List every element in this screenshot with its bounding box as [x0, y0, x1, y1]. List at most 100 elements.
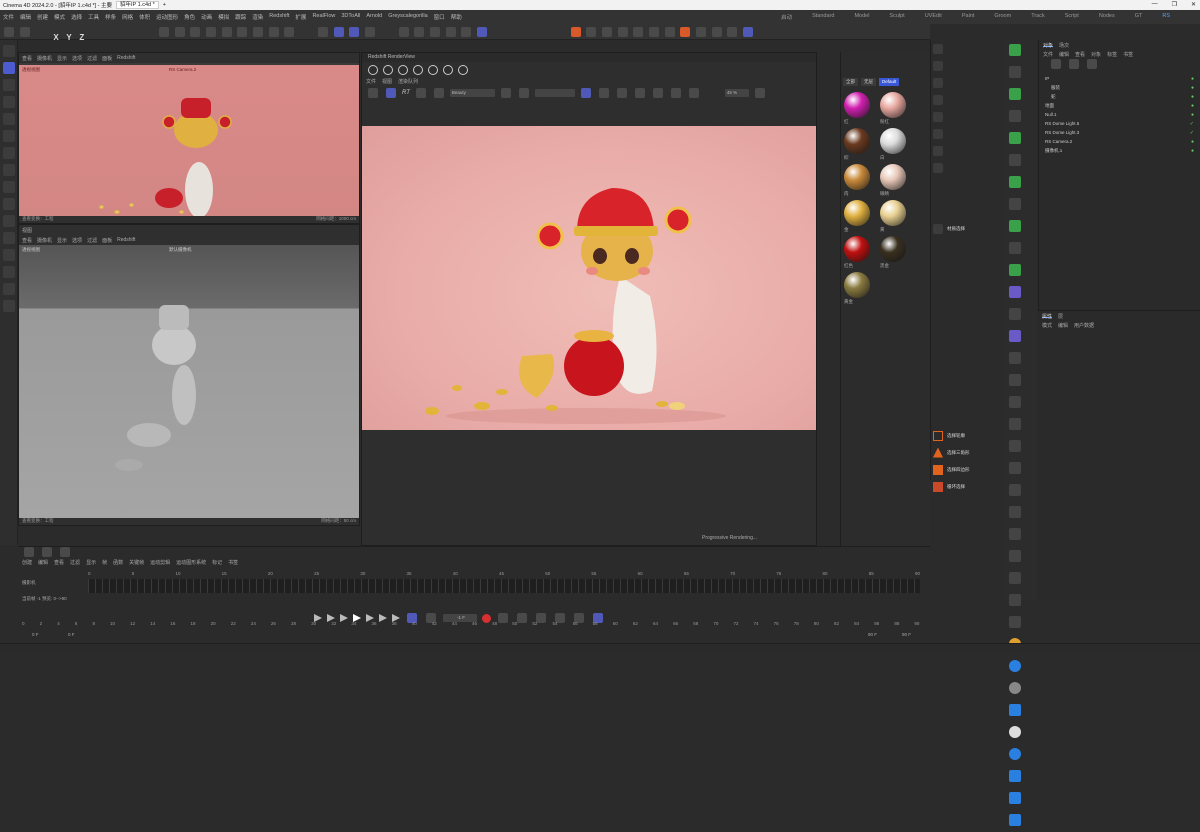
material-tab-all[interactable]: 全部	[843, 78, 858, 86]
filter-icon[interactable]	[1051, 59, 1061, 69]
material-item[interactable]: 棕	[844, 128, 874, 161]
sphere-icon[interactable]	[1009, 506, 1021, 518]
layout-rs[interactable]: RS	[1162, 13, 1170, 21]
om-menu-tags[interactable]: 标签	[1107, 51, 1117, 58]
snap-icon[interactable]	[284, 27, 295, 37]
om-menu-object[interactable]: 对象	[1091, 51, 1101, 58]
points-mode-icon[interactable]	[174, 27, 185, 37]
render-view-icon[interactable]	[602, 27, 613, 37]
object-row[interactable]: 摄像机.1 ●	[1045, 146, 1194, 155]
lamp-icon[interactable]	[1009, 418, 1021, 430]
weld-icon[interactable]	[3, 266, 15, 278]
smooth-icon[interactable]	[3, 283, 15, 295]
cone-icon[interactable]	[570, 27, 581, 37]
om-menu-bookmarks[interactable]: 书签	[1123, 51, 1133, 58]
soft-selection-icon[interactable]	[430, 27, 441, 37]
minimize-button[interactable]: —	[1152, 1, 1158, 8]
tweak-icon[interactable]	[414, 27, 425, 37]
vp2-menu-options[interactable]: 选项	[72, 237, 82, 244]
viewport-default[interactable]: 视图 查看 摄像机 显示 选项 过滤 面板 Redshift 透视视图 默认摄像…	[18, 224, 360, 526]
motion-icon[interactable]	[42, 547, 52, 557]
compare-icon[interactable]	[598, 88, 609, 98]
menu-character[interactable]: 角色	[184, 13, 195, 21]
vp2-menu-panel[interactable]: 面板	[102, 237, 112, 244]
material-item[interactable]: 黄	[880, 200, 910, 233]
vp-menu-options[interactable]: 选项	[72, 55, 82, 62]
menu-select[interactable]: 选择	[71, 13, 82, 21]
material-item[interactable]: 眼睛	[880, 164, 910, 197]
rotate-icon[interactable]	[3, 96, 15, 108]
target-icon[interactable]	[1009, 462, 1021, 474]
sculpt-icon[interactable]	[3, 300, 15, 312]
camera-tag-icon[interactable]: ●	[1191, 139, 1194, 145]
timeline-track[interactable]	[88, 579, 920, 593]
mirror-icon[interactable]	[1009, 374, 1021, 386]
tab-attributes[interactable]: 属性	[1042, 313, 1053, 320]
crop-icon[interactable]	[1009, 440, 1021, 452]
check-icon[interactable]: ✓	[1190, 130, 1194, 136]
layout-model[interactable]: Model	[854, 13, 869, 21]
render-ipr-icon[interactable]	[443, 65, 453, 75]
material-item[interactable]: 金	[844, 200, 874, 233]
snowflake-icon[interactable]	[616, 88, 627, 98]
checker-icon[interactable]	[1009, 594, 1021, 606]
uv-mode-icon[interactable]	[221, 27, 232, 37]
vp-menu-camera[interactable]: 摄像机	[37, 55, 52, 62]
scale-icon[interactable]	[3, 113, 15, 125]
noise-icon[interactable]	[1009, 572, 1021, 584]
visibility-dot[interactable]: ●	[1191, 85, 1194, 91]
history-icon[interactable]	[415, 88, 426, 98]
effector-icon[interactable]	[1009, 330, 1021, 342]
viewport-render[interactable]: 透视视图 RS Camera.2	[19, 65, 359, 218]
layout-groom[interactable]: Groom	[994, 13, 1011, 21]
search-icon[interactable]	[1069, 59, 1079, 69]
grid-view-icon[interactable]	[580, 88, 591, 98]
material-tab-default[interactable]: Default	[879, 78, 900, 86]
menu-tools[interactable]: 工具	[88, 13, 99, 21]
render-settings-icon[interactable]	[633, 27, 644, 37]
vp2-menu-camera[interactable]: 摄像机	[37, 237, 52, 244]
object-mode-icon[interactable]	[237, 27, 248, 37]
tl-menu-filter[interactable]: 过滤	[70, 559, 80, 566]
am-menu-userdata[interactable]: 用户数据	[1074, 322, 1094, 329]
visibility-dot[interactable]: ●	[1191, 103, 1194, 109]
loop-select-item[interactable]: 循环选择	[931, 478, 1005, 495]
menu-extensions[interactable]: 扩展	[295, 13, 306, 21]
render-snapshot-icon[interactable]	[413, 65, 423, 75]
vp2-menu-redshift[interactable]: Redshift	[117, 237, 135, 243]
menu-mograph[interactable]: 运动图形	[156, 13, 178, 21]
display-dropdown[interactable]	[534, 89, 575, 97]
object-row[interactable]: Null.1 ●	[1045, 110, 1194, 119]
shirt-icon[interactable]	[1009, 220, 1021, 232]
crop-icon[interactable]	[670, 88, 681, 98]
field-icon[interactable]	[1009, 484, 1021, 496]
render-region-icon[interactable]	[398, 65, 408, 75]
light-icon[interactable]	[664, 27, 675, 37]
arrow-icon[interactable]	[1009, 352, 1021, 364]
material-item[interactable]: 红	[844, 92, 874, 125]
rt-label[interactable]: RT	[402, 90, 410, 96]
rv-menu-file[interactable]: 文件	[366, 78, 376, 86]
layer-icon[interactable]	[1087, 59, 1097, 69]
cube-icon[interactable]	[1009, 66, 1021, 78]
tl-menu-markers[interactable]: 标记	[212, 559, 222, 566]
loop-icon[interactable]	[3, 232, 15, 244]
material-item[interactable]: 白	[880, 128, 910, 161]
layout-track[interactable]: Track	[1031, 13, 1045, 21]
om-menu-view[interactable]: 查看	[1075, 51, 1085, 58]
end-frame[interactable]: 90 F	[868, 632, 877, 637]
render-compare-icon[interactable]	[458, 65, 468, 75]
undo-icon[interactable]	[4, 27, 14, 37]
tool-icon[interactable]	[1009, 308, 1021, 320]
viewport-gray-render[interactable]: 透视视图 默认摄像机	[19, 245, 359, 518]
tl-menu-display[interactable]: 显示	[86, 559, 96, 566]
select-outline-item[interactable]: 选择轮廓	[931, 427, 1005, 444]
keyframe-icon[interactable]	[24, 547, 34, 557]
fit-icon[interactable]	[652, 88, 663, 98]
vp-menu-display[interactable]: 显示	[57, 55, 67, 62]
new-tab-button[interactable]: +	[163, 2, 166, 8]
tl-menu-keys[interactable]: 关键帧	[129, 559, 144, 566]
menu-create[interactable]: 创建	[37, 13, 48, 21]
layout-startup[interactable]: 启动	[781, 13, 792, 21]
axis-mode-icon[interactable]	[268, 27, 279, 37]
